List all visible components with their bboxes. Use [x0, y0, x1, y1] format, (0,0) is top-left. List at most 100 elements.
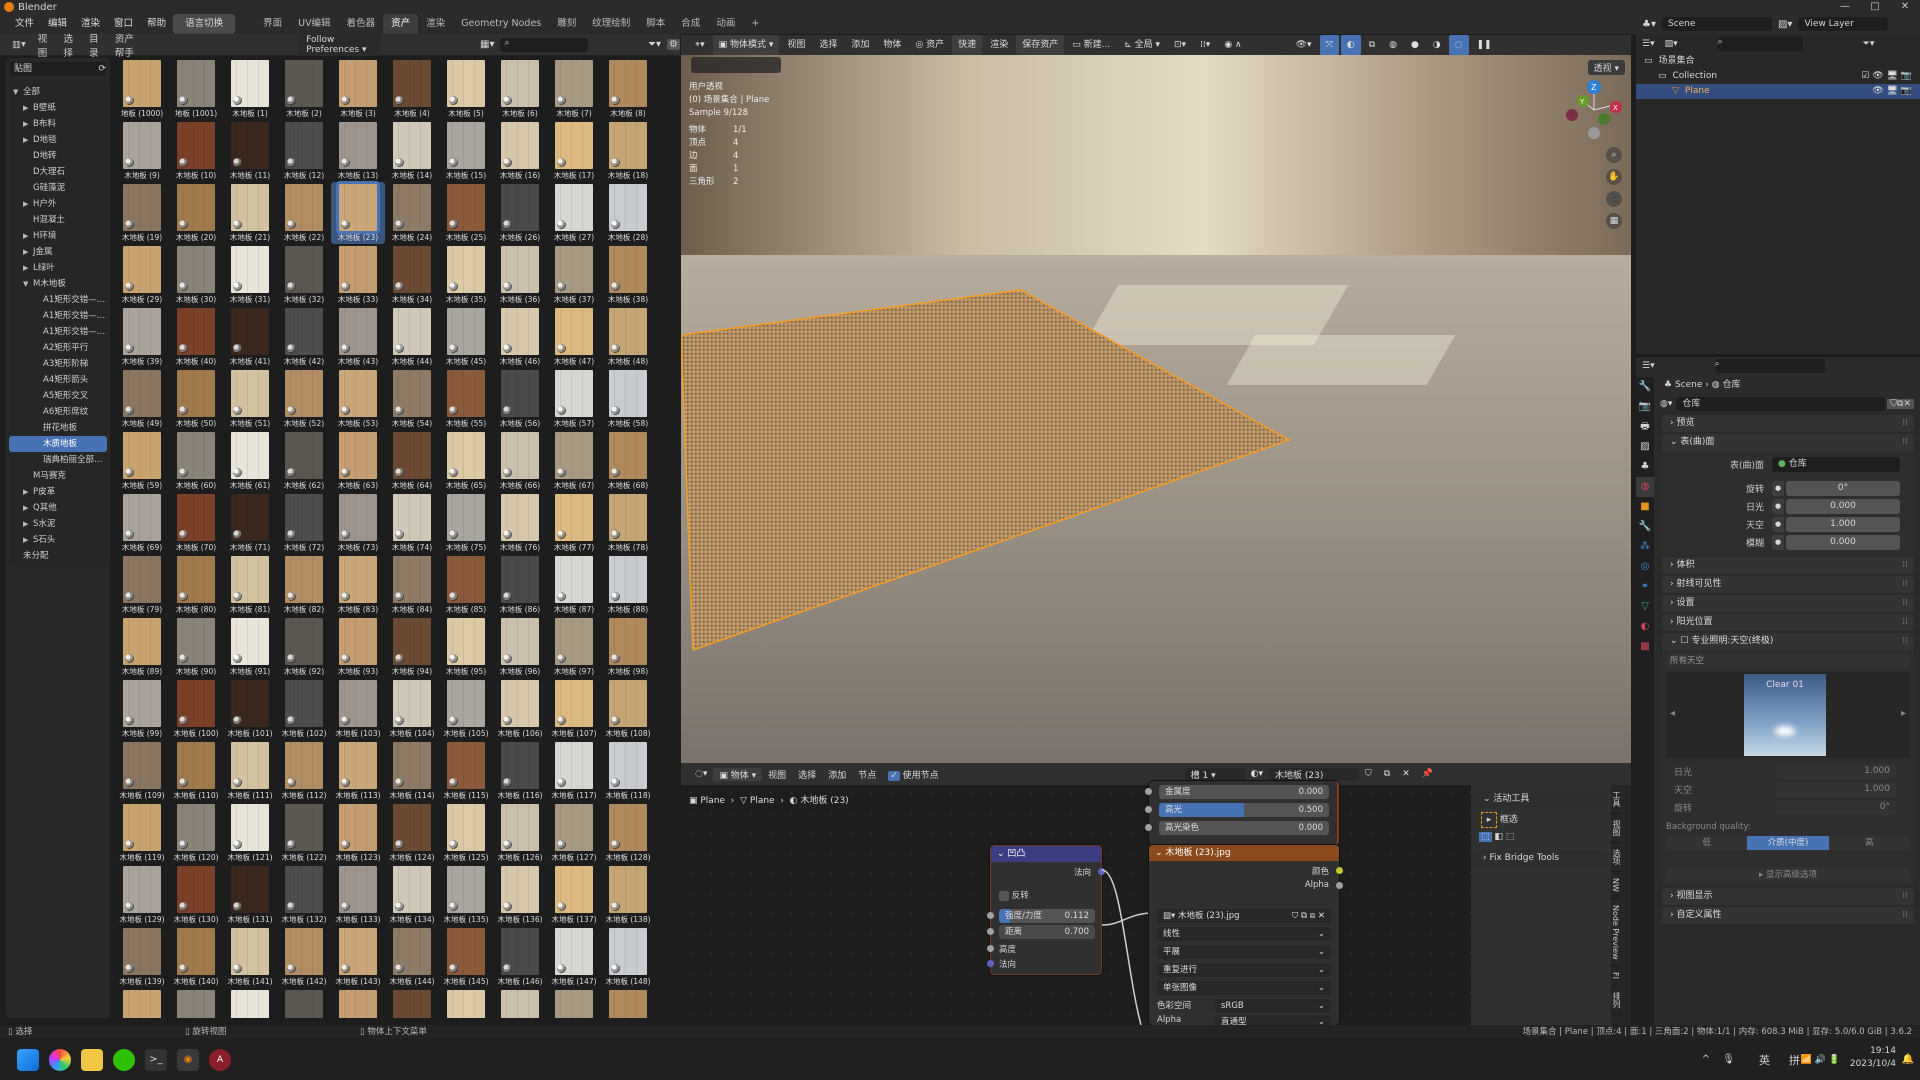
collapsed-arrow-icon[interactable]: ▶	[23, 196, 33, 212]
asset-tile[interactable]: 木地板 (125)	[439, 802, 493, 864]
editor-type-icon[interactable]: ⌖▾	[689, 35, 711, 55]
asset-tile[interactable]: 木地板 (55)	[439, 368, 493, 430]
asset-tile[interactable]: 木地板 (102)	[277, 678, 331, 740]
asset-tile[interactable]: 木地板 (57)	[547, 368, 601, 430]
catalog-item[interactable]: ▶ S石头	[9, 532, 107, 548]
asset-tile[interactable]: 木地板 (149)	[115, 988, 169, 1018]
asset-tile[interactable]: 木地板 (47)	[547, 306, 601, 368]
asset-tile[interactable]: 木地板 (112)	[277, 740, 331, 802]
assets-button[interactable]: ◎ 资产	[909, 35, 950, 55]
bump-node-header[interactable]: ⌄ 凹凸	[991, 846, 1101, 862]
asset-tile[interactable]: 木地板 (74)	[385, 492, 439, 554]
asset-tile[interactable]: 木地板 (24)	[385, 182, 439, 244]
visibility-toggles[interactable]: 👁 🖥 📷	[1872, 84, 1912, 99]
asset-tile[interactable]: 木地板 (56)	[493, 368, 547, 430]
asset-tile[interactable]: 木地板 (134)	[385, 864, 439, 926]
plane-object[interactable]	[681, 35, 1631, 763]
asset-tile[interactable]: 木地板 (83)	[331, 554, 385, 616]
navigation-gizmo[interactable]: Z Y X	[1561, 75, 1627, 141]
visibility-toggles[interactable]: ☑ 👁 🖥 📷	[1861, 69, 1912, 84]
asset-tile[interactable]: 木地板 (72)	[277, 492, 331, 554]
asset-tile[interactable]: 木地板 (141)	[223, 926, 277, 988]
tab-shading[interactable]: 着色器	[339, 14, 384, 34]
catalog-item[interactable]: ▶ H环境	[9, 228, 107, 244]
asset-tile[interactable]: 木地板 (157)	[547, 988, 601, 1018]
scene-tab-icon[interactable]: ♣	[1636, 457, 1654, 477]
catalog-item[interactable]: 未分配	[9, 548, 107, 564]
collapsed-arrow-icon[interactable]: ▶	[23, 500, 33, 516]
tool-settings-bar[interactable]	[691, 57, 781, 73]
collapsed-arrow-icon[interactable]: ▶	[23, 516, 33, 532]
asset-tile[interactable]: 木地板 (68)	[601, 430, 655, 492]
bump-node[interactable]: ⌄ 凹凸 法向 反转 强度/力度 0.112 距离 0.700 高度 法向	[987, 845, 1105, 975]
modifier-tab-icon[interactable]: 🔧	[1636, 517, 1654, 537]
bump-normal-out-socket[interactable]	[1098, 868, 1105, 875]
sky-preview-thumb[interactable]: Clear 01	[1744, 674, 1826, 756]
world-name-field[interactable]: 仓库	[1676, 397, 1886, 411]
material-slot-dropdown[interactable]: 槽 1 ▾	[1184, 767, 1245, 781]
catalog-item[interactable]: ▶ B壁纸	[9, 100, 107, 116]
active-tool-row[interactable]: ▸ 框选	[1471, 808, 1611, 832]
asset-tile[interactable]: 木地板 (42)	[277, 306, 331, 368]
property-section[interactable]: › 设置 ⁞⁞	[1662, 595, 1914, 612]
tab-texture-paint[interactable]: 纹理绘制	[584, 14, 638, 34]
catalog-item[interactable]: H混凝土	[9, 212, 107, 228]
view-layer-tab-icon[interactable]: ▨	[1636, 437, 1654, 457]
asset-tile[interactable]: 木地板 (119)	[115, 802, 169, 864]
asset-tile[interactable]: 木地板 (94)	[385, 616, 439, 678]
editor-type-icon[interactable]: ▥▾	[6, 39, 32, 50]
view-layer-field[interactable]: View Layer	[1798, 17, 1889, 31]
property-value-field[interactable]: 0°	[1776, 799, 1896, 815]
asset-tile[interactable]: 木地板 (122)	[277, 802, 331, 864]
asset-tile[interactable]: 木地板 (69)	[115, 492, 169, 554]
asset-tile[interactable]: 木地板 (15)	[439, 120, 493, 182]
asset-tile[interactable]: 木地板 (37)	[547, 244, 601, 306]
3d-viewport[interactable]: ⌖▾ ▣ 物体模式 ▾ 视图 选择 添加 物体 ◎ 资产 快速 渲染 保存资产 …	[681, 35, 1631, 763]
bump-invert-checkbox[interactable]: 反转	[999, 889, 1029, 901]
texture-tab-icon[interactable]: ▩	[1636, 637, 1654, 657]
physics-tab-icon[interactable]: ◎	[1636, 557, 1654, 577]
asset-tile[interactable]: 木地板 (153)	[331, 988, 385, 1018]
display-mode-icon[interactable]: ▦▾	[480, 39, 494, 50]
outliner-filter-icon[interactable]: ⏷▾	[1863, 39, 1875, 49]
clock[interactable]: 19:14 2023/10/4	[1850, 1045, 1896, 1071]
tab-sculpting[interactable]: 雕刻	[549, 14, 584, 34]
outliner-search-input[interactable]: ⌕	[1717, 37, 1803, 51]
outliner-row[interactable]: ▭ 场景集合	[1636, 54, 1920, 69]
asset-tile[interactable]: 木地板 (110)	[169, 740, 223, 802]
catalog-item[interactable]: ▶ P皮革	[9, 484, 107, 500]
asset-tile[interactable]: 木地板 (46)	[493, 306, 547, 368]
xray-toggle-icon[interactable]: ⧉	[1363, 35, 1381, 55]
drag-handle-icon[interactable]: ⁞⁞	[1902, 576, 1908, 593]
asset-tile[interactable]: 木地板 (29)	[115, 244, 169, 306]
asset-tile[interactable]: 木地板 (28)	[601, 182, 655, 244]
asset-tile[interactable]: 木地板 (12)	[277, 120, 331, 182]
asset-tile[interactable]: 木地板 (140)	[169, 926, 223, 988]
asset-tile[interactable]: 木地板 (93)	[331, 616, 385, 678]
height-socket[interactable]	[987, 945, 994, 952]
editor-type-icon[interactable]: ◌▾	[689, 769, 713, 779]
bump-distance-field[interactable]: 距离 0.700	[999, 925, 1095, 939]
asset-tile[interactable]: 木地板 (148)	[601, 926, 655, 988]
asset-tile[interactable]: 木地板 (51)	[223, 368, 277, 430]
asset-tile[interactable]: 木地板 (52)	[277, 368, 331, 430]
asset-tile[interactable]: 木地板 (87)	[547, 554, 601, 616]
quick-button[interactable]: 快速	[952, 35, 983, 55]
tab-assets[interactable]: 资产	[383, 14, 419, 34]
asset-tile[interactable]: 木地板 (33)	[331, 244, 385, 306]
tool-tab-icon[interactable]: 🔧	[1636, 377, 1654, 397]
catalog-item[interactable]: ▼ M木地板	[9, 276, 107, 292]
language-switch-button[interactable]: 语言切换	[173, 14, 236, 34]
asset-tile[interactable]: 木地板 (43)	[331, 306, 385, 368]
catalog-item[interactable]: A1矩形交错—2...	[9, 308, 107, 324]
catalog-item[interactable]: A1矩形交错—3...	[9, 324, 107, 340]
close-button[interactable]: ✕	[1890, 0, 1920, 14]
asset-menu-select[interactable]: 选择	[57, 31, 83, 59]
asset-tile[interactable]: 木地板 (54)	[385, 368, 439, 430]
property-value-field[interactable]: 1.000	[1776, 763, 1896, 779]
ne-menu-add[interactable]: 添加	[822, 768, 852, 781]
interpolation-dropdown[interactable]: 线性 ⌄	[1157, 927, 1331, 941]
shading-rendered-icon[interactable]: ◌	[1448, 35, 1469, 55]
tab-geometry-nodes[interactable]: Geometry Nodes	[453, 14, 549, 34]
section-custom-properties[interactable]: › 自定义属性 ⁞⁞	[1662, 907, 1914, 924]
